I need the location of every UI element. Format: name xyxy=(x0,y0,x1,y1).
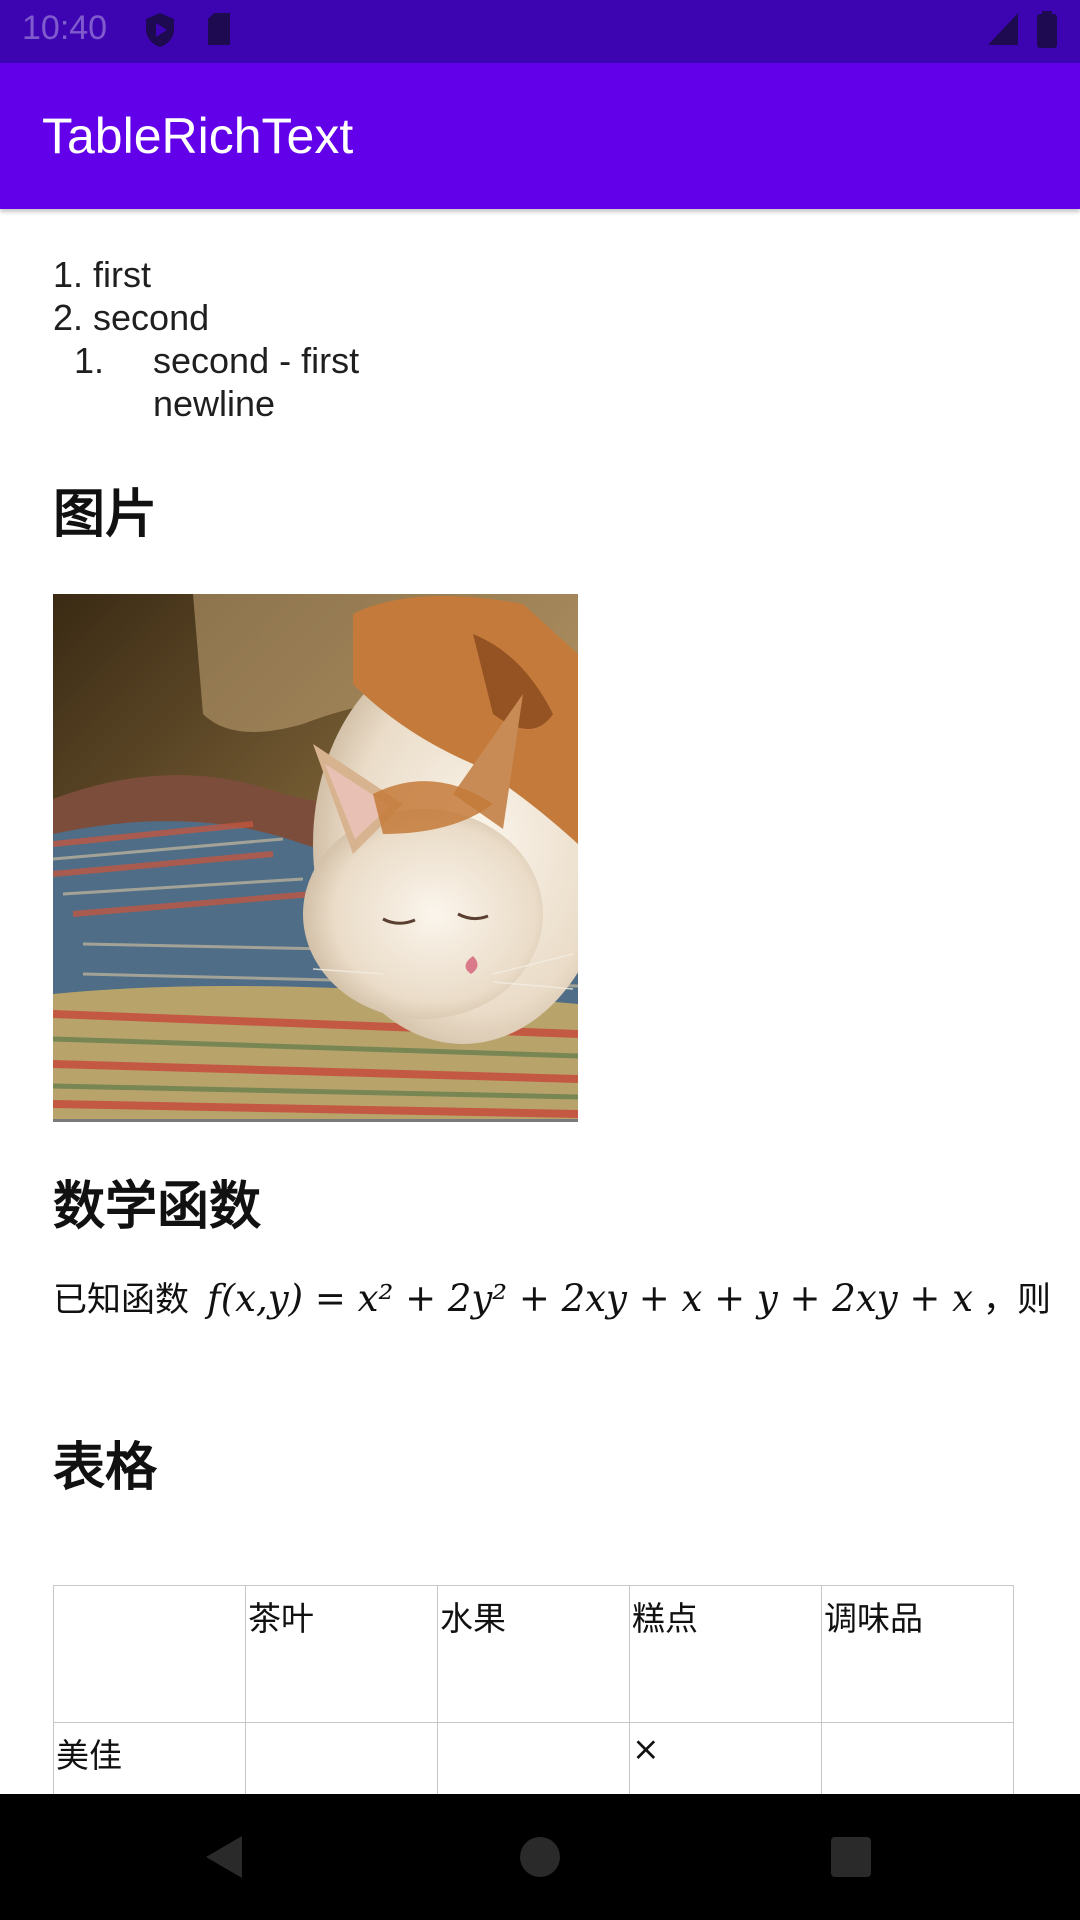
table-section-heading: 表格 xyxy=(53,1438,158,1498)
navigation-bar xyxy=(0,1794,1080,1920)
math-formula: f(x,y) = x² + 2y² + 2xy + x + y + 2xy + … xyxy=(207,1277,973,1320)
sd-card-icon xyxy=(208,13,230,45)
table-cell: 调味品 xyxy=(821,1585,1014,1723)
signal-icon xyxy=(988,13,1018,45)
sub-list-marker: 1. xyxy=(74,340,105,381)
back-icon[interactable] xyxy=(192,1824,258,1890)
table-cell: 糕点 xyxy=(629,1585,822,1723)
math-prefix: 已知函数 xyxy=(53,1280,189,1320)
home-icon[interactable] xyxy=(507,1824,573,1890)
recents-icon[interactable] xyxy=(818,1824,884,1890)
app-bar: TableRichText xyxy=(0,63,1080,209)
math-suffix: ，则 xyxy=(983,1280,1051,1320)
math-section-heading: 数学函数 xyxy=(53,1177,262,1237)
status-bar: 10:40 xyxy=(0,0,1080,63)
math-formula-line: 已知函数 f(x,y) = x² + 2y² + 2xy + x + y + 2x… xyxy=(53,1272,1051,1326)
image-section-heading: 图片 xyxy=(53,485,158,545)
table-cell xyxy=(53,1585,246,1723)
table-cell: 水果 xyxy=(437,1585,630,1723)
status-time: 10:40 xyxy=(22,9,108,47)
sub-list-item-line2: newline xyxy=(153,383,276,424)
battery-icon xyxy=(1037,11,1057,48)
app-title: TableRichText xyxy=(42,108,354,164)
list-item-first: 1. first xyxy=(53,254,152,295)
list-item-second: 2. second xyxy=(53,297,210,338)
shield-icon xyxy=(146,13,174,47)
cat-photo xyxy=(53,594,578,1122)
table-header-row: 茶叶 水果 糕点 调味品 xyxy=(53,1585,1014,1723)
sub-list-item-line1: second - first xyxy=(153,340,360,381)
rich-text-content: 1. first 2. second 1. second - first new… xyxy=(0,212,1080,1794)
table-cell: 茶叶 xyxy=(245,1585,438,1723)
